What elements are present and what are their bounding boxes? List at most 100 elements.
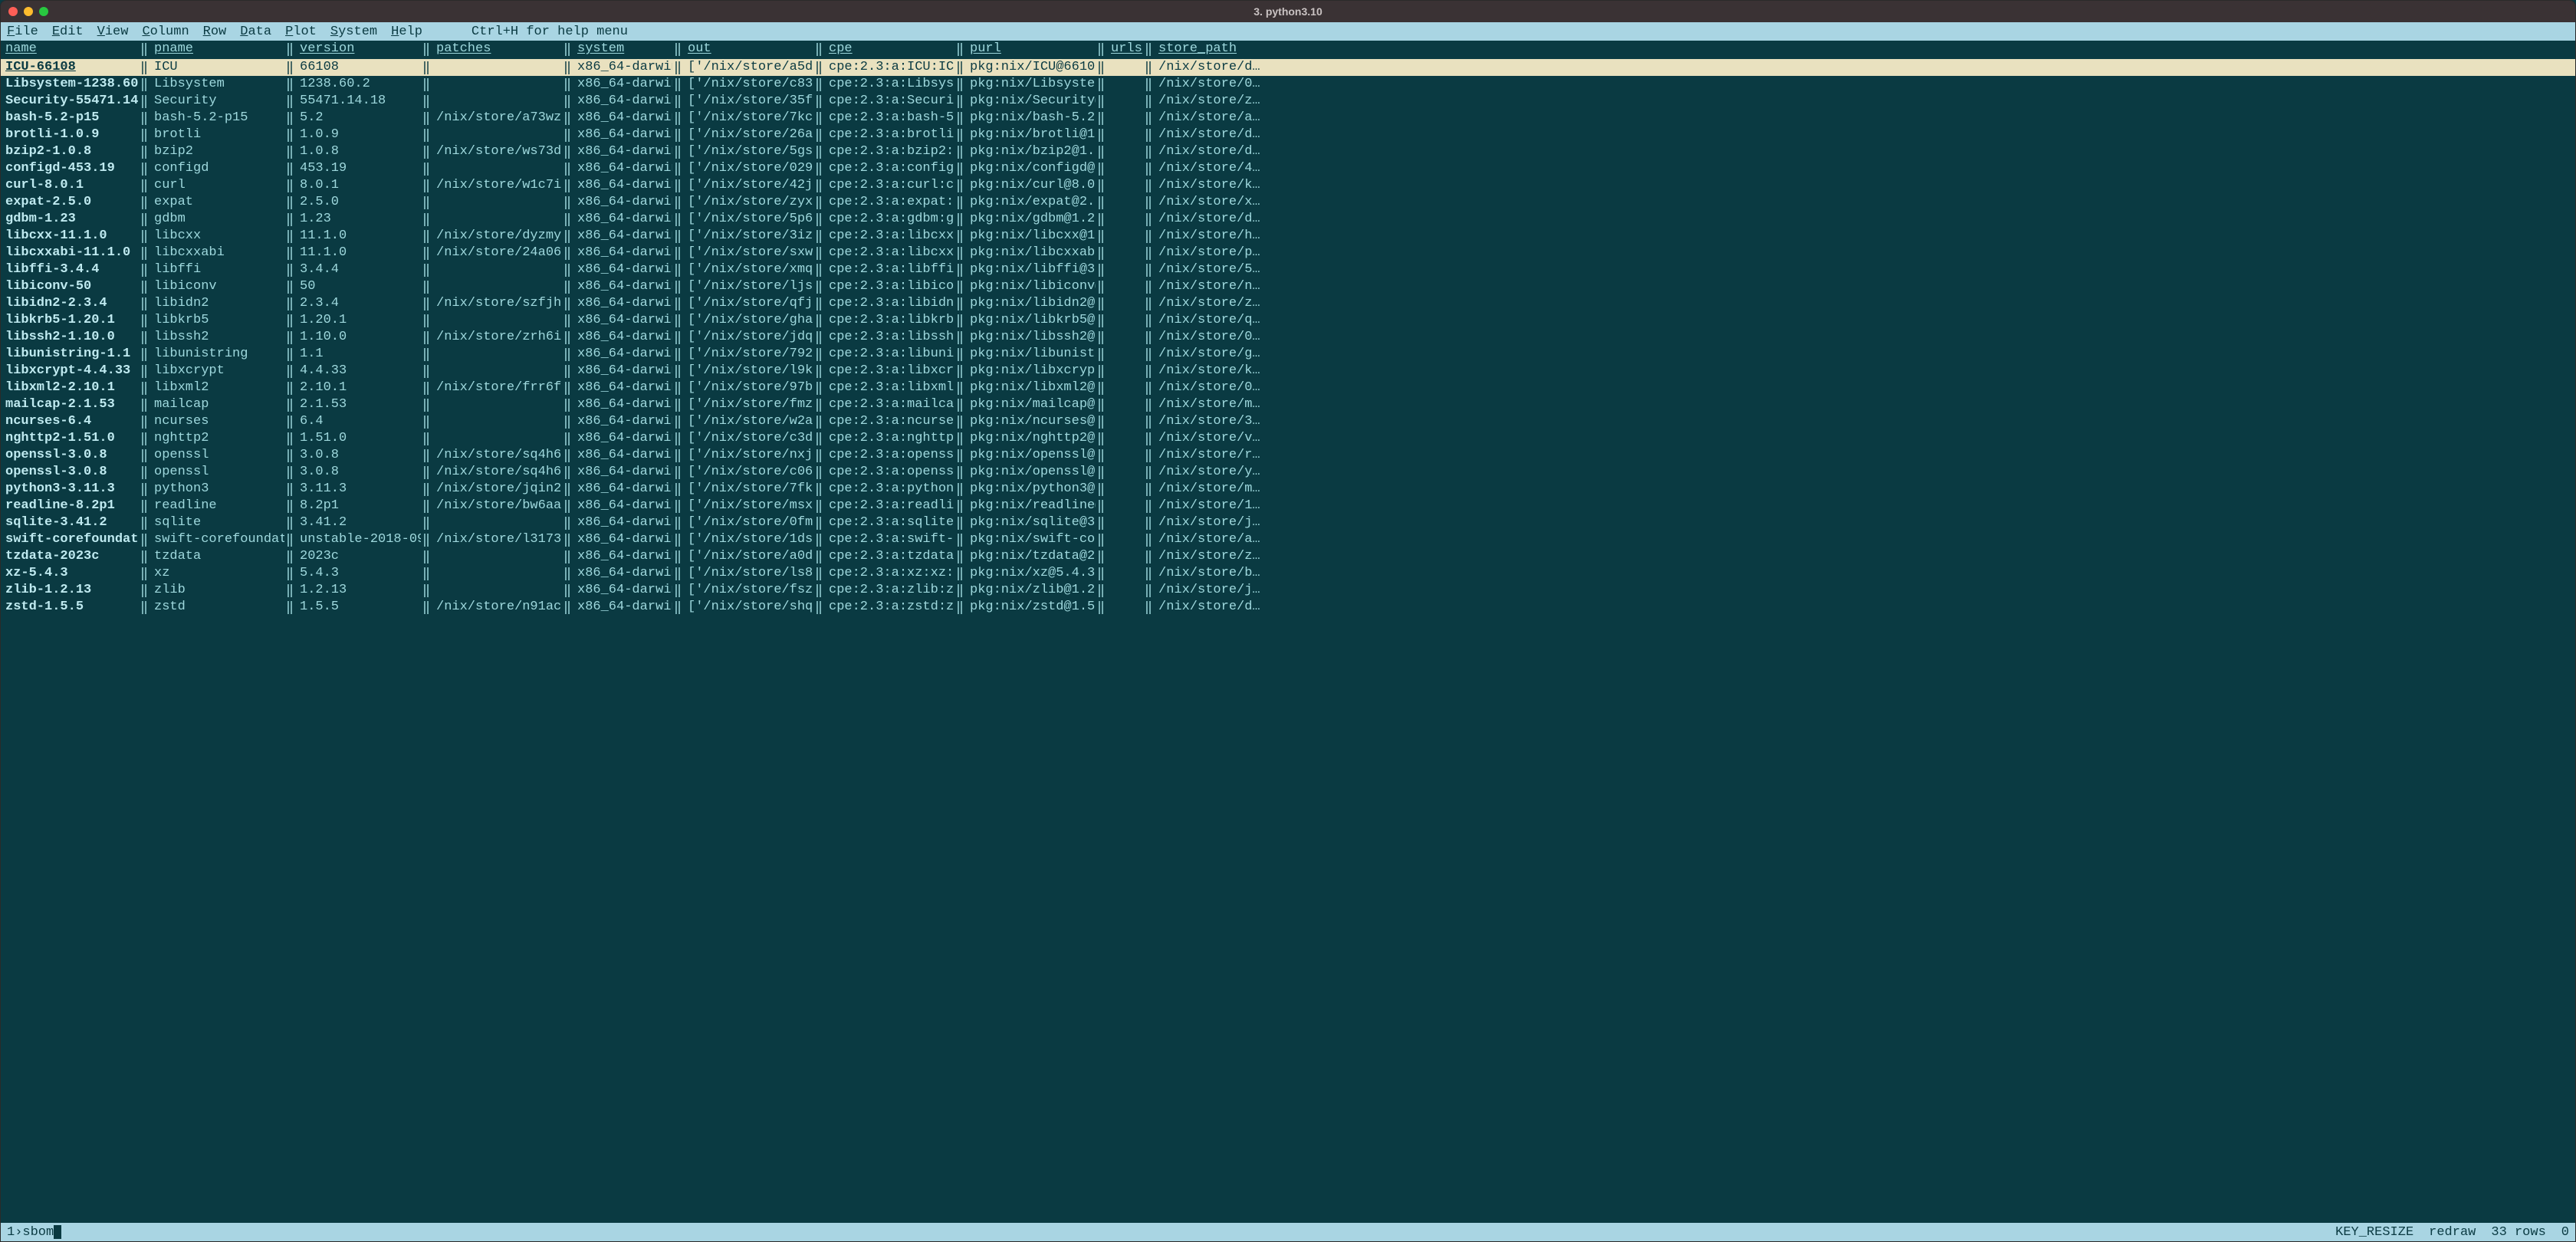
table-row[interactable]: configd-453.19‖configd‖453.19‖‖x86_64-da… <box>1 160 2575 177</box>
table-row[interactable]: libcxxabi-11.1.0‖libcxxabi‖11.1.0‖/nix/s… <box>1 245 2575 261</box>
column-separator: ‖ <box>1096 93 1106 110</box>
table-row[interactable]: sqlite-3.41.2‖sqlite‖3.41.2‖‖x86_64-darw… <box>1 514 2575 531</box>
menu-row[interactable]: Row <box>203 25 227 39</box>
cell-name: tzdata-2023c <box>1 548 139 565</box>
column-header-system[interactable]: system <box>573 41 672 58</box>
table-row[interactable]: libkrb5-1.20.1‖libkrb5‖1.20.1‖‖x86_64-da… <box>1 312 2575 329</box>
cell-name: ICU-66108 <box>1 59 139 76</box>
column-header-cpe[interactable]: cpe <box>824 41 955 58</box>
menu-system[interactable]: System <box>330 25 377 39</box>
cell-store_path: /nix/store/d… <box>1154 59 2575 76</box>
column-header-purl[interactable]: purl <box>965 41 1096 58</box>
column-header-pname[interactable]: pname <box>150 41 284 58</box>
cell-urls <box>1106 498 1143 514</box>
table-row[interactable]: ncurses-6.4‖ncurses‖6.4‖‖x86_64-darwin‖[… <box>1 413 2575 430</box>
cell-version: 5.2 <box>295 110 421 127</box>
cell-purl: pkg:nix/ICU@66108 <box>965 59 1096 76</box>
table-row[interactable]: openssl-3.0.8‖openssl‖3.0.8‖/nix/store/s… <box>1 447 2575 464</box>
column-header-out[interactable]: out <box>683 41 813 58</box>
table-row[interactable]: python3-3.11.3‖python3‖3.11.3‖/nix/store… <box>1 481 2575 498</box>
table-row[interactable]: zstd-1.5.5‖zstd‖1.5.5‖/nix/store/n91acyj… <box>1 599 2575 616</box>
cell-system: x86_64-darwin <box>573 396 672 413</box>
column-header-store-path[interactable]: store_path <box>1154 41 2575 58</box>
column-separator: ‖ <box>562 245 573 261</box>
menu-help[interactable]: Help <box>391 25 422 39</box>
titlebar[interactable]: 3. python3.10 <box>1 1 2575 22</box>
cell-name: bzip2-1.0.8 <box>1 143 139 160</box>
table-row[interactable]: brotli-1.0.9‖brotli‖1.0.9‖‖x86_64-darwin… <box>1 127 2575 143</box>
cell-version: 66108 <box>295 59 421 76</box>
column-separator: ‖ <box>813 430 824 447</box>
column-separator: ‖ <box>1096 143 1106 160</box>
table-row[interactable]: libcxx-11.1.0‖libcxx‖11.1.0‖/nix/store/d… <box>1 228 2575 245</box>
column-separator: ‖ <box>421 548 432 565</box>
table-row[interactable]: zlib-1.2.13‖zlib‖1.2.13‖‖x86_64-darwin‖[… <box>1 582 2575 599</box>
column-separator: ‖ <box>284 211 295 228</box>
column-separator: ‖ <box>562 514 573 531</box>
column-header-name[interactable]: name <box>1 41 139 58</box>
column-separator: ‖ <box>672 110 683 127</box>
table-row[interactable]: tzdata-2023c‖tzdata‖2023c‖‖x86_64-darwin… <box>1 548 2575 565</box>
menu-data[interactable]: Data <box>240 25 271 39</box>
column-header-urls[interactable]: urls <box>1106 41 1143 58</box>
menu-view[interactable]: View <box>97 25 129 39</box>
cell-name: libxcrypt-4.4.33 <box>1 363 139 380</box>
table-row[interactable]: mailcap-2.1.53‖mailcap‖2.1.53‖‖x86_64-da… <box>1 396 2575 413</box>
cell-urls <box>1106 278 1143 295</box>
table-row[interactable]: ICU-66108‖ICU‖66108‖‖x86_64-darwin‖['/ni… <box>1 59 2575 76</box>
table-row[interactable]: libiconv-50‖libiconv‖50‖‖x86_64-darwin‖[… <box>1 278 2575 295</box>
cell-cpe: cpe:2.3:a:libunist… <box>824 346 955 363</box>
command-prompt[interactable]: 1› sbom <box>7 1225 61 1240</box>
cell-name: libunistring-1.1 <box>1 346 139 363</box>
menu-plot[interactable]: Plot <box>285 25 317 39</box>
column-header-version[interactable]: version <box>295 41 421 58</box>
cell-purl: pkg:nix/swift-core… <box>965 531 1096 548</box>
column-separator: ‖ <box>1143 396 1154 413</box>
table-row[interactable]: gdbm-1.23‖gdbm‖1.23‖‖x86_64-darwin‖['/ni… <box>1 211 2575 228</box>
table-row[interactable]: Security-55471.14.…‖Security‖55471.14.18… <box>1 93 2575 110</box>
table-row[interactable]: libffi-3.4.4‖libffi‖3.4.4‖‖x86_64-darwin… <box>1 261 2575 278</box>
menu-edit[interactable]: Edit <box>52 25 84 39</box>
minimize-window-button[interactable] <box>24 7 33 16</box>
table-row[interactable]: openssl-3.0.8‖openssl‖3.0.8‖/nix/store/s… <box>1 464 2575 481</box>
table-row[interactable]: Libsystem-1238.60.2‖Libsystem‖1238.60.2‖… <box>1 76 2575 93</box>
cell-store_path: /nix/store/0… <box>1154 76 2575 93</box>
table-row[interactable]: xz-5.4.3‖xz‖5.4.3‖‖x86_64-darwin‖['/nix/… <box>1 565 2575 582</box>
cell-system: x86_64-darwin <box>573 110 672 127</box>
table-row[interactable]: libidn2-2.3.4‖libidn2‖2.3.4‖/nix/store/s… <box>1 295 2575 312</box>
column-separator: ‖ <box>139 76 150 93</box>
table-row[interactable]: readline-8.2p1‖readline‖8.2p1‖/nix/store… <box>1 498 2575 514</box>
table-row[interactable]: libunistring-1.1‖libunistring‖1.1‖‖x86_6… <box>1 346 2575 363</box>
menu-file[interactable]: File <box>7 25 38 39</box>
table-body[interactable]: ICU-66108‖ICU‖66108‖‖x86_64-darwin‖['/ni… <box>1 59 2575 1223</box>
cell-system: x86_64-darwin <box>573 228 672 245</box>
cell-version: 3.0.8 <box>295 464 421 481</box>
table-row[interactable]: libssh2-1.10.0‖libssh2‖1.10.0‖/nix/store… <box>1 329 2575 346</box>
column-separator: ‖ <box>421 447 432 464</box>
table-row[interactable]: swift-corefoundati…‖swift-corefoundati…‖… <box>1 531 2575 548</box>
maximize-window-button[interactable] <box>39 7 48 16</box>
menu-column[interactable]: Column <box>142 25 189 39</box>
table-row[interactable]: libxcrypt-4.4.33‖libxcrypt‖4.4.33‖‖x86_6… <box>1 363 2575 380</box>
cell-system: x86_64-darwin <box>573 329 672 346</box>
column-separator: ‖ <box>139 413 150 430</box>
cell-purl: pkg:nix/libcxx@11.… <box>965 228 1096 245</box>
table-row[interactable]: nghttp2-1.51.0‖nghttp2‖1.51.0‖‖x86_64-da… <box>1 430 2575 447</box>
table-row[interactable]: expat-2.5.0‖expat‖2.5.0‖‖x86_64-darwin‖[… <box>1 194 2575 211</box>
column-header-patches[interactable]: patches <box>432 41 562 58</box>
table-row[interactable]: curl-8.0.1‖curl‖8.0.1‖/nix/store/w1c7ihm… <box>1 177 2575 194</box>
close-window-button[interactable] <box>8 7 18 16</box>
cell-purl: pkg:nix/nghttp2@1.… <box>965 430 1096 447</box>
cell-cpe: cpe:2.3:a:ncurses:… <box>824 413 955 430</box>
column-separator: ‖ <box>139 143 150 160</box>
column-separator: ‖ <box>139 599 150 616</box>
cell-store_path: /nix/store/m… <box>1154 481 2575 498</box>
column-separator: ‖ <box>562 312 573 329</box>
table-row[interactable]: libxml2-2.10.1‖libxml2‖2.10.1‖/nix/store… <box>1 380 2575 396</box>
cell-name: xz-5.4.3 <box>1 565 139 582</box>
cell-out: ['/nix/store/w2ag5… <box>683 413 813 430</box>
table-row[interactable]: bzip2-1.0.8‖bzip2‖1.0.8‖/nix/store/ws73d… <box>1 143 2575 160</box>
column-separator: ‖ <box>562 211 573 228</box>
table-row[interactable]: bash-5.2-p15‖bash-5.2-p15‖5.2‖/nix/store… <box>1 110 2575 127</box>
cell-cpe: cpe:2.3:a:bzip2:bz… <box>824 143 955 160</box>
